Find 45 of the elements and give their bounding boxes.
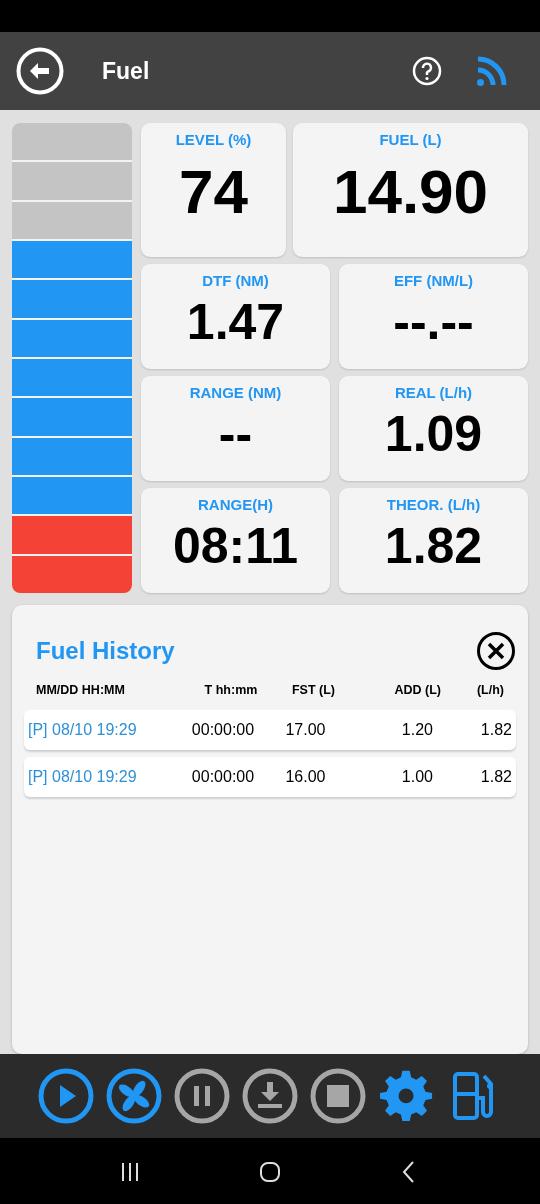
table-cell-text: 17.00 bbox=[284, 721, 327, 739]
close-icon[interactable] bbox=[476, 631, 516, 671]
pause-button[interactable] bbox=[174, 1068, 230, 1124]
screen-title: Fuel bbox=[102, 57, 150, 85]
column-header: MM/DD HH:MM bbox=[36, 683, 126, 697]
tile-value: -- bbox=[218, 406, 253, 462]
tile-value: 14.90 bbox=[332, 158, 489, 227]
table-cell-text: [P] 08/10 19:29 bbox=[28, 768, 138, 786]
tile-value: 74 bbox=[179, 158, 248, 227]
table-cell-text: 00:00:00 bbox=[190, 721, 256, 739]
stop-button[interactable] bbox=[310, 1068, 366, 1124]
tile-label: EFF (NM/L) bbox=[393, 271, 474, 289]
tile-label: FUEL (L) bbox=[379, 131, 442, 148]
help-icon[interactable] bbox=[412, 56, 442, 86]
back-icon[interactable] bbox=[16, 47, 64, 95]
tile-value: 08:11 bbox=[172, 518, 299, 574]
table-cell-text: 1.82 bbox=[479, 721, 512, 739]
table-cell-text: 16.00 bbox=[284, 768, 327, 786]
column-header: ADD (L) bbox=[393, 683, 441, 697]
column-header: (L/h) bbox=[475, 683, 504, 697]
tile-value: 1.09 bbox=[384, 406, 483, 462]
tile-value: 1.82 bbox=[384, 518, 483, 574]
settings-button[interactable] bbox=[378, 1068, 434, 1124]
tile-label: RANGE (NM) bbox=[189, 383, 282, 401]
table-cell-text: 1.00 bbox=[400, 768, 433, 786]
history-row[interactable]: [P] 08/10 19:29 00:00:00 16.00 1.00 1.82 bbox=[24, 757, 516, 797]
table-cell-text: 1.20 bbox=[400, 721, 433, 739]
column-header: T hh:mm bbox=[203, 683, 259, 697]
table-cell-text: 00:00:00 bbox=[190, 768, 256, 786]
panel-title: Fuel History bbox=[36, 637, 175, 665]
column-header: FST (L) bbox=[290, 683, 336, 697]
tile-label: RANGE(H) bbox=[198, 495, 273, 513]
table-cell-text: [P] 08/10 19:29 bbox=[28, 721, 138, 739]
tile-label: THEOR. (L/h) bbox=[386, 495, 481, 513]
home-icon[interactable] bbox=[258, 1160, 282, 1184]
download-button[interactable] bbox=[242, 1068, 298, 1124]
tile-label: REAL (L/h) bbox=[394, 383, 473, 401]
tile-label: LEVEL (%) bbox=[175, 131, 252, 148]
tile-value: --.-- bbox=[393, 294, 474, 350]
tile-label: DTF (NM) bbox=[202, 271, 269, 289]
tile-value: 1.47 bbox=[186, 294, 285, 350]
history-row[interactable]: [P] 08/10 19:29 00:00:00 17.00 1.20 1.82 bbox=[24, 710, 516, 750]
play-button[interactable] bbox=[38, 1068, 94, 1124]
fan-button[interactable] bbox=[106, 1068, 162, 1124]
table-cell-text: 1.82 bbox=[479, 768, 512, 786]
